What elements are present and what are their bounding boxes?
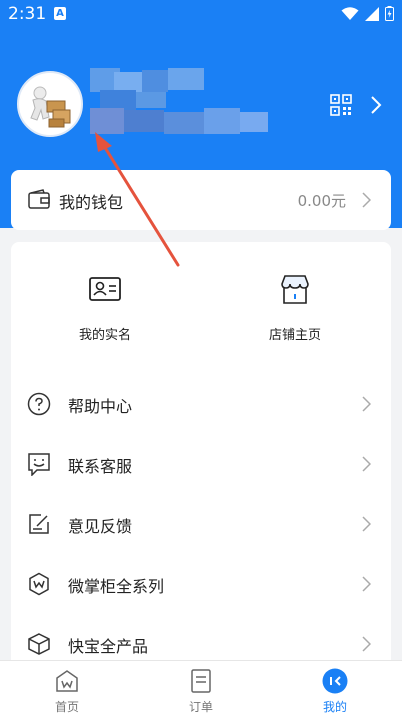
- status-bar: 2:31 A: [0, 0, 402, 28]
- tab-label: 我的: [322, 700, 347, 714]
- profile-icon: [322, 668, 348, 694]
- box-icon: [28, 633, 50, 655]
- tab-label: 订单: [188, 700, 213, 714]
- help-icon: [27, 392, 51, 416]
- main-menu-card: 我的实名 店铺主页 帮助中心 联系客服 意见反馈 微掌柜全系列 快宝全产品: [11, 242, 391, 682]
- menu-item-label: 意见反馈: [68, 517, 133, 536]
- tab-orders[interactable]: 订单: [134, 661, 268, 717]
- chevron-right-icon: [362, 192, 371, 208]
- status-time: 2:31: [8, 4, 47, 24]
- menu-item-label: 快宝全产品: [68, 637, 149, 656]
- menu-item-shop-series[interactable]: 微掌柜全系列: [11, 554, 391, 614]
- bottom-tab-bar: 首页 订单 我的: [0, 660, 402, 717]
- real-name-button[interactable]: 我的实名: [40, 272, 170, 343]
- home-icon: [56, 670, 78, 692]
- status-icons: [341, 6, 394, 21]
- shortcut-label: 店铺主页: [268, 328, 321, 343]
- battery-icon: [385, 6, 394, 21]
- customer-service-icon: [28, 453, 50, 476]
- shortcut-label: 我的实名: [78, 328, 131, 343]
- menu-item-label: 联系客服: [68, 457, 133, 476]
- wifi-icon: [341, 6, 359, 20]
- id-card-icon: [89, 277, 121, 301]
- chevron-right-icon: [362, 576, 371, 592]
- menu-item-label: 帮助中心: [68, 397, 133, 416]
- order-icon: [191, 669, 211, 693]
- username-blurred: [90, 68, 268, 138]
- signal-icon: [365, 6, 379, 21]
- feedback-icon: [29, 514, 49, 534]
- wallet-row[interactable]: 我的钱包 0.00元: [11, 170, 391, 230]
- qr-code-icon[interactable]: [330, 94, 352, 116]
- tab-label: 首页: [54, 700, 79, 714]
- notification-icon: A: [54, 7, 66, 20]
- courier-figure-icon: [30, 86, 71, 128]
- wallet-label: 我的钱包: [59, 193, 124, 212]
- tab-mine[interactable]: 我的: [268, 661, 402, 717]
- shop-series-icon: [29, 572, 49, 596]
- menu-item-feedback[interactable]: 意见反馈: [11, 494, 391, 554]
- wallet-amount: 0.00元: [297, 192, 346, 210]
- chevron-right-icon: [362, 456, 371, 472]
- chevron-right-icon: [362, 636, 371, 652]
- menu-item-contact-service[interactable]: 联系客服: [11, 434, 391, 494]
- store-icon: [281, 275, 309, 304]
- avatar[interactable]: [17, 71, 83, 137]
- menu-item-label: 微掌柜全系列: [68, 577, 165, 596]
- chevron-right-icon[interactable]: [370, 96, 382, 114]
- menu-item-help-center[interactable]: 帮助中心: [11, 374, 391, 434]
- store-home-button[interactable]: 店铺主页: [230, 272, 360, 343]
- chevron-right-icon: [362, 516, 371, 532]
- tab-home[interactable]: 首页: [0, 661, 134, 717]
- chevron-right-icon: [362, 396, 371, 412]
- wallet-icon: [28, 189, 50, 209]
